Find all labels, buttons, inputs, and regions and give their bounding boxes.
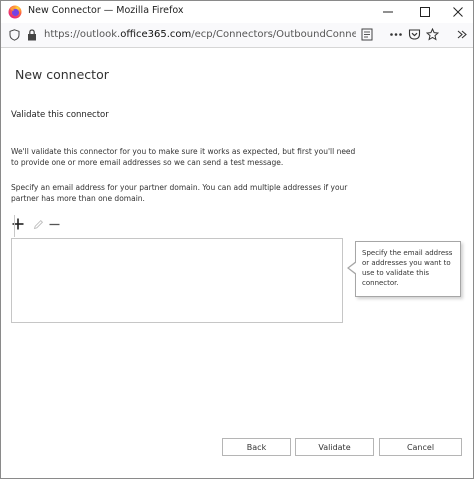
minimize-button[interactable]: [371, 1, 405, 23]
url-host: office365.com: [120, 29, 192, 40]
pencil-icon: [33, 219, 43, 229]
address-bar: https://outlook.office365.com/ecp/Connec…: [1, 23, 473, 48]
tracking-protection-shield-icon[interactable]: [9, 29, 20, 41]
section-heading: Validate this connector: [11, 110, 109, 120]
email-address-list[interactable]: [11, 238, 343, 323]
validate-button[interactable]: Validate: [295, 438, 374, 456]
url-prefix: https://outlook.: [44, 29, 121, 40]
url-path: /ecp/Connectors/OutboundConnector.aspx?C: [191, 29, 356, 40]
back-button[interactable]: Back: [222, 438, 291, 456]
window-title: New Connector — Mozilla Firefox: [28, 5, 184, 16]
cancel-button[interactable]: Cancel: [379, 438, 462, 456]
overflow-menu-icon[interactable]: [456, 28, 467, 41]
title-bar: New Connector — Mozilla Firefox: [1, 1, 473, 23]
remove-email-button[interactable]: [47, 215, 61, 233]
bookmark-star-icon[interactable]: [426, 28, 439, 41]
reader-view-icon[interactable]: [361, 28, 373, 41]
help-callout: Specify the email address or addresses y…: [355, 241, 461, 297]
instruction-text: Specify an email address for your partne…: [11, 183, 348, 203]
page-title: New connector: [15, 67, 109, 82]
intro-text: We'll validate this connector for you to…: [11, 147, 356, 167]
pocket-icon[interactable]: [408, 28, 421, 41]
lock-icon[interactable]: [27, 29, 37, 41]
browser-window: New Connector — Mozilla Firefox https://…: [0, 0, 474, 479]
page-actions-icon[interactable]: [389, 28, 403, 41]
close-window-button[interactable]: [441, 1, 473, 23]
maximize-icon: [420, 7, 430, 17]
maximize-button[interactable]: [408, 1, 442, 23]
email-list-toolbar: [11, 215, 81, 235]
url-field[interactable]: https://outlook.office365.com/ecp/Connec…: [44, 29, 356, 40]
toolbar-divider: [14, 215, 15, 237]
close-icon: [453, 7, 463, 17]
minimize-icon: [383, 11, 393, 13]
firefox-logo-icon: [8, 5, 22, 19]
callout-arrow-fill: [349, 262, 357, 274]
minus-icon: [49, 223, 59, 225]
edit-email-button[interactable]: [31, 215, 45, 233]
